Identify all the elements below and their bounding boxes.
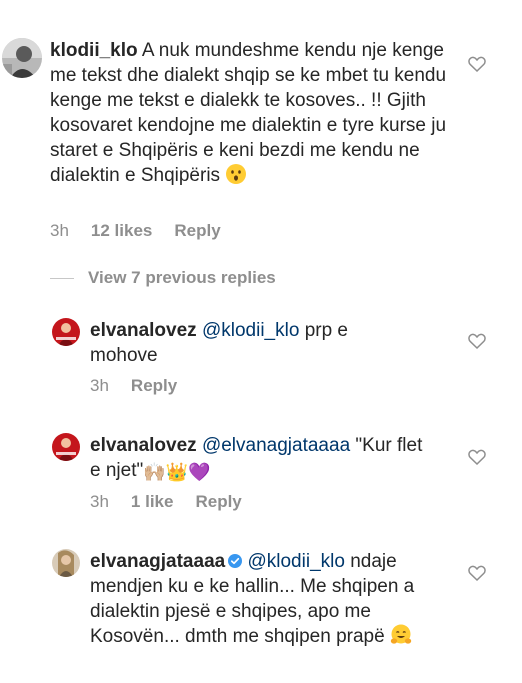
like-heart-icon[interactable] (468, 565, 486, 581)
username[interactable]: elvanagjataaaa (90, 551, 225, 572)
likes-count[interactable]: 1 like (131, 492, 174, 512)
username[interactable]: elvanalovez (90, 320, 197, 341)
comment-meta: 3h Reply (90, 376, 177, 396)
like-heart-icon[interactable] (468, 56, 486, 72)
like-heart-icon[interactable] (468, 333, 486, 349)
timestamp: 3h (90, 376, 109, 395)
mention-link[interactable]: @klodii_klo (202, 320, 299, 341)
avatar[interactable] (52, 433, 80, 461)
avatar[interactable] (52, 318, 80, 346)
timestamp: 3h (90, 492, 109, 511)
username[interactable]: klodii_klo (50, 40, 138, 61)
username[interactable]: elvanalovez (90, 435, 197, 456)
mention-link[interactable]: @klodii_klo (247, 551, 344, 572)
verified-badge-icon (228, 554, 243, 568)
comment-text: elvanagjataaaa @klodii_klo ndaje mendjen… (90, 549, 440, 649)
view-previous-replies-button[interactable]: View 7 previous replies (50, 268, 276, 288)
reply-button[interactable]: Reply (195, 492, 241, 512)
timestamp: 3h (50, 221, 69, 240)
mention-link[interactable]: @elvanagjataaaa (202, 435, 350, 456)
comment-text: elvanalovez @elvanagjataaaa "Kur flet e … (90, 433, 430, 483)
divider-line (50, 277, 74, 279)
comment-meta: 3h 12 likes Reply (50, 221, 221, 241)
avatar[interactable] (2, 38, 42, 78)
comment-text: elvanalovez @klodii_klo prp e mohove (90, 318, 420, 368)
raised-hands-crown-heart-emoji: 🙌🏼👑💜 (143, 462, 211, 482)
like-heart-icon[interactable] (468, 449, 486, 465)
likes-count[interactable]: 12 likes (91, 221, 152, 241)
hushed-face-emoji (225, 163, 247, 185)
reply-button[interactable]: Reply (174, 221, 220, 241)
comment-meta: 3h 1 like Reply (90, 492, 242, 512)
avatar[interactable] (52, 549, 80, 577)
hugging-face-emoji (390, 624, 412, 646)
comment-text: klodii_klo A nuk mundeshme kendu nje ken… (50, 38, 450, 188)
reply-button[interactable]: Reply (131, 376, 177, 396)
comment-body: A nuk mundeshme kendu nje kenge me tekst… (50, 40, 447, 186)
view-replies-label: View 7 previous replies (88, 268, 276, 287)
